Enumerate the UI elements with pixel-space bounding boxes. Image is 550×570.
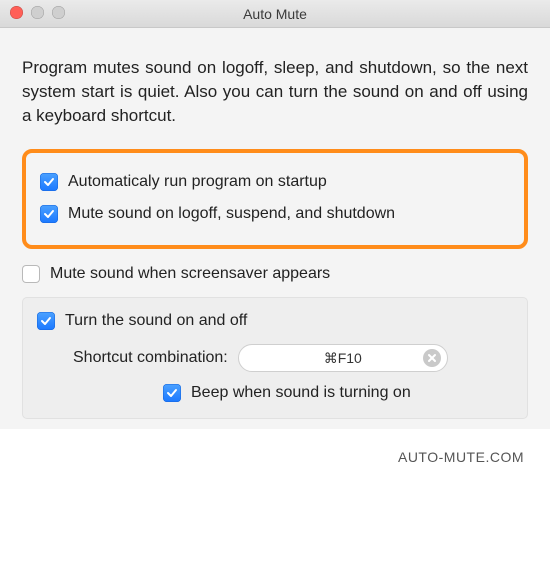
footer-text: AUTO-MUTE.COM: [0, 429, 550, 469]
shortcut-value: ⌘F10: [324, 350, 362, 367]
run-on-startup-row[interactable]: Automaticaly run program on startup: [40, 173, 510, 191]
window-title: Auto Mute: [243, 6, 307, 22]
toggle-sound-label: Turn the sound on and off: [65, 312, 247, 330]
checkbox-icon[interactable]: [40, 205, 58, 223]
traffic-lights: [10, 6, 65, 19]
toggle-sound-row[interactable]: Turn the sound on and off: [37, 312, 513, 330]
checkbox-icon[interactable]: [37, 312, 55, 330]
shortcut-panel: Turn the sound on and off Shortcut combi…: [22, 297, 528, 419]
mute-on-logoff-label: Mute sound on logoff, suspend, and shutd…: [68, 205, 395, 223]
preferences-window: Auto Mute Program mutes sound on logoff,…: [0, 0, 550, 429]
beep-label: Beep when sound is turning on: [191, 384, 411, 402]
highlight-box: Automaticaly run program on startup Mute…: [22, 149, 528, 249]
zoom-icon: [52, 6, 65, 19]
checkbox-icon[interactable]: [40, 173, 58, 191]
checkbox-icon[interactable]: [163, 384, 181, 402]
checkbox-icon[interactable]: [22, 265, 40, 283]
clear-shortcut-icon[interactable]: [423, 349, 441, 367]
description-text: Program mutes sound on logoff, sleep, an…: [22, 56, 528, 127]
shortcut-row: Shortcut combination: ⌘F10: [73, 344, 513, 372]
close-icon[interactable]: [10, 6, 23, 19]
mute-on-screensaver-row[interactable]: Mute sound when screensaver appears: [22, 265, 528, 283]
beep-row[interactable]: Beep when sound is turning on: [163, 384, 513, 402]
run-on-startup-label: Automaticaly run program on startup: [68, 173, 327, 191]
mute-on-screensaver-label: Mute sound when screensaver appears: [50, 265, 330, 283]
minimize-icon: [31, 6, 44, 19]
shortcut-combo-label: Shortcut combination:: [73, 349, 228, 367]
mute-on-logoff-row[interactable]: Mute sound on logoff, suspend, and shutd…: [40, 205, 510, 223]
titlebar: Auto Mute: [0, 0, 550, 28]
shortcut-input[interactable]: ⌘F10: [238, 344, 448, 372]
content: Program mutes sound on logoff, sleep, an…: [0, 28, 550, 429]
